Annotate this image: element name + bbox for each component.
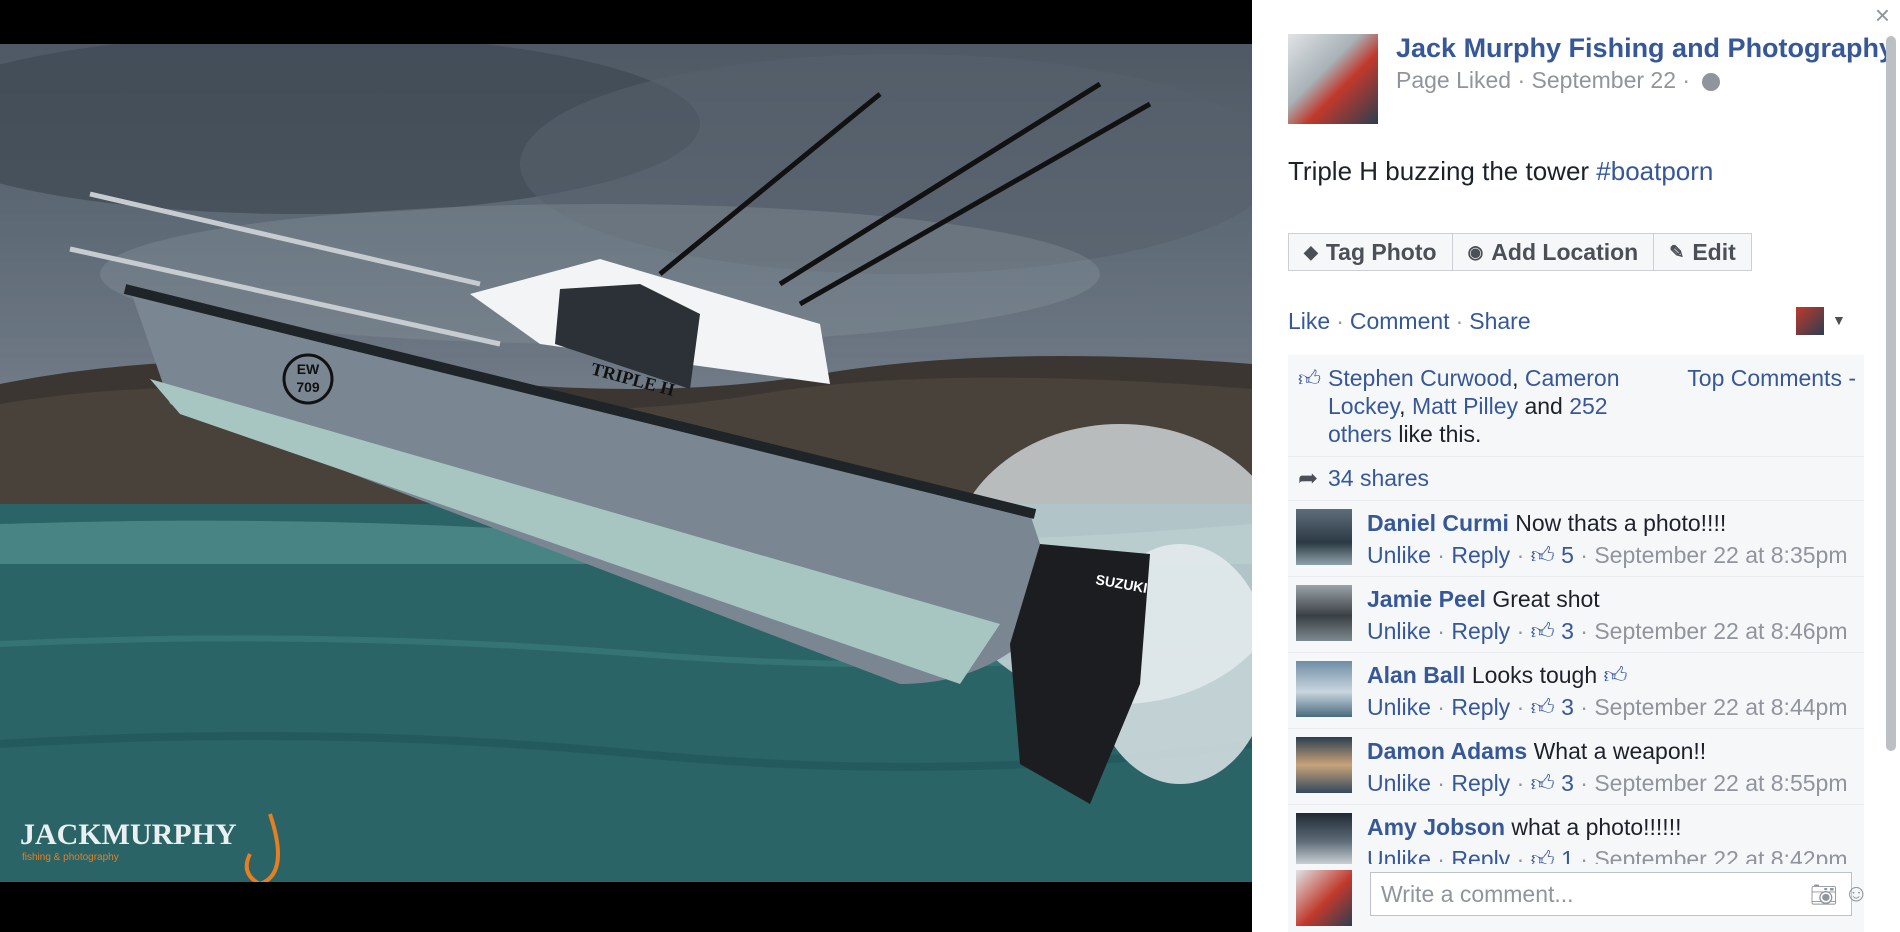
post-caption: Triple H buzzing the tower #boatporn	[1288, 156, 1713, 187]
photo-action-buttons: ◆ Tag Photo ◉ Add Location ✎ Edit	[1288, 233, 1752, 271]
camera-icon[interactable]: 📷︎	[1810, 882, 1838, 908]
panel-scrollbar[interactable]	[1886, 36, 1896, 751]
photo-stage: EW 709 TRIPLE H SUZUKI JACKMURPHY fishin…	[0, 0, 1252, 932]
chevron-down-icon[interactable]: ▼	[1832, 312, 1846, 328]
feedback-section: 👍︎ Stephen Curwood, Cameron Lockey, Matt…	[1288, 355, 1864, 873]
comment-like-count[interactable]: 👍︎ 3	[1531, 694, 1574, 720]
commenter-name-link[interactable]: Alan Ball	[1367, 662, 1465, 688]
commenter-name-link[interactable]: Amy Jobson	[1367, 814, 1505, 840]
commenter-name-link[interactable]: Damon Adams	[1367, 738, 1527, 764]
reply-link[interactable]: Reply	[1451, 770, 1510, 796]
commenter-avatar[interactable]	[1296, 585, 1352, 641]
liker-link[interactable]: Stephen Curwood	[1328, 365, 1512, 391]
commenter-avatar[interactable]	[1296, 661, 1352, 717]
add-location-label: Add Location	[1491, 238, 1639, 265]
comment-like-count[interactable]: 👍︎ 3	[1531, 770, 1574, 796]
thumbs-up-icon: 👍︎	[1530, 542, 1555, 568]
globe-icon	[1702, 73, 1721, 91]
post-meta: Page Liked · September 22 ·	[1396, 67, 1721, 94]
top-comments-dropdown[interactable]: Top Comments -	[1687, 364, 1856, 392]
comment-text: Looks tough	[1471, 662, 1598, 688]
hashtag-link[interactable]: #boatporn	[1596, 156, 1713, 186]
reply-link[interactable]: Reply	[1451, 694, 1510, 720]
thumbs-up-icon: 👍︎	[1298, 366, 1321, 391]
liker-link[interactable]: Matt Pilley	[1412, 393, 1518, 419]
emoji-icon[interactable]: ☺	[1844, 880, 1869, 908]
reply-link[interactable]: Reply	[1451, 542, 1510, 568]
thumbs-up-emoji-icon: 👍︎	[1603, 662, 1628, 688]
hull-number-bottom: 709	[296, 379, 320, 395]
tag-photo-label: Tag Photo	[1325, 238, 1437, 265]
comment-item: Damon Adams What a weapon!! Unlike · Rep…	[1288, 729, 1864, 805]
unlike-link[interactable]: Unlike	[1367, 542, 1431, 568]
likes-suffix: like this.	[1398, 421, 1482, 447]
tag-icon: ◆	[1304, 241, 1318, 262]
comment-text: Now thats a photo!!!!	[1515, 510, 1727, 536]
comment-text: Great shot	[1492, 586, 1600, 612]
author-name-link[interactable]: Jack Murphy Fishing and Photography	[1396, 33, 1894, 64]
shares-summary: ➦ 34 shares	[1288, 457, 1864, 501]
tag-photo-button[interactable]: ◆ Tag Photo	[1288, 233, 1453, 271]
comment-composer: 📷︎ ☺	[1288, 864, 1869, 932]
current-user-avatar	[1296, 870, 1352, 926]
comment-item: Alan Ball Looks tough 👍︎ Unlike · Reply …	[1288, 653, 1864, 729]
unlike-link[interactable]: Unlike	[1367, 694, 1431, 720]
commenter-avatar[interactable]	[1296, 737, 1352, 793]
thumbs-up-icon: 👍︎	[1530, 770, 1555, 796]
like-link[interactable]: Like	[1288, 308, 1330, 334]
photo-side-panel: × Jack Murphy Fishing and Photography Pa…	[1252, 0, 1900, 932]
unlike-link[interactable]: Unlike	[1367, 618, 1431, 644]
comment-text: what a photo!!!!!!	[1511, 814, 1682, 840]
comment-timestamp: September 22 at 8:44pm	[1594, 694, 1848, 720]
comment-timestamp: September 22 at 8:55pm	[1594, 770, 1848, 796]
boat-photo[interactable]: EW 709 TRIPLE H SUZUKI JACKMURPHY fishin…	[0, 44, 1252, 882]
add-location-button[interactable]: ◉ Add Location	[1451, 233, 1655, 271]
post-as-avatar[interactable]	[1796, 307, 1824, 335]
edit-button[interactable]: ✎ Edit	[1653, 233, 1752, 271]
comment-like-count[interactable]: 👍︎ 3	[1531, 618, 1574, 644]
location-pin-icon: ◉	[1467, 241, 1484, 262]
comment-item: Amy Jobson what a photo!!!!!! Unlike · R…	[1288, 805, 1864, 873]
share-arrow-icon: ➦	[1298, 465, 1319, 492]
post-meta-text: Page Liked · September 22 ·	[1396, 67, 1691, 93]
share-link[interactable]: Share	[1469, 308, 1530, 334]
comment-like-count-value: 3	[1561, 618, 1574, 644]
commenter-name-link[interactable]: Daniel Curmi	[1367, 510, 1509, 536]
commenter-name-link[interactable]: Jamie Peel	[1367, 586, 1486, 612]
comment-like-count-value: 5	[1561, 542, 1574, 568]
comment-timestamp: September 22 at 8:46pm	[1594, 618, 1848, 644]
likes-summary: 👍︎ Stephen Curwood, Cameron Lockey, Matt…	[1288, 355, 1864, 457]
comment-item: Jamie Peel Great shot Unlike · Reply · 👍…	[1288, 577, 1864, 653]
shares-link[interactable]: 34 shares	[1328, 465, 1429, 491]
thumbs-up-icon: 👍︎	[1530, 694, 1555, 720]
post-actions: Like · Comment · Share	[1288, 308, 1531, 334]
comment-link[interactable]: Comment	[1350, 308, 1450, 334]
commenter-avatar[interactable]	[1296, 509, 1352, 565]
likes-and: and	[1524, 393, 1563, 419]
comment-item: Daniel Curmi Now thats a photo!!!! Unlik…	[1288, 501, 1864, 577]
unlike-link[interactable]: Unlike	[1367, 770, 1431, 796]
pencil-icon: ✎	[1669, 241, 1685, 262]
comment-like-count-value: 3	[1561, 770, 1574, 796]
boat-illustration: EW 709 TRIPLE H SUZUKI JACKMURPHY fishin…	[0, 44, 1252, 882]
comment-like-count-value: 3	[1561, 694, 1574, 720]
watermark-subtext: fishing & photography	[22, 852, 119, 863]
reply-link[interactable]: Reply	[1451, 618, 1510, 644]
commenter-avatar[interactable]	[1296, 813, 1352, 869]
comment-input[interactable]	[1370, 872, 1852, 916]
close-icon[interactable]: ×	[1875, 0, 1890, 31]
hull-number-top: EW	[297, 361, 320, 377]
watermark-text: JACKMURPHY	[20, 818, 237, 851]
edit-label: Edit	[1692, 238, 1736, 265]
likes-text: Stephen Curwood, Cameron Lockey, Matt Pi…	[1328, 365, 1620, 447]
comment-list: Daniel Curmi Now thats a photo!!!! Unlik…	[1288, 501, 1864, 873]
comment-timestamp: September 22 at 8:35pm	[1594, 542, 1848, 568]
caption-text: Triple H buzzing the tower	[1288, 156, 1597, 186]
comment-like-count[interactable]: 👍︎ 5	[1531, 542, 1574, 568]
thumbs-up-icon: 👍︎	[1530, 618, 1555, 644]
author-avatar[interactable]	[1288, 34, 1378, 124]
comment-text: What a weapon!!	[1533, 738, 1707, 764]
